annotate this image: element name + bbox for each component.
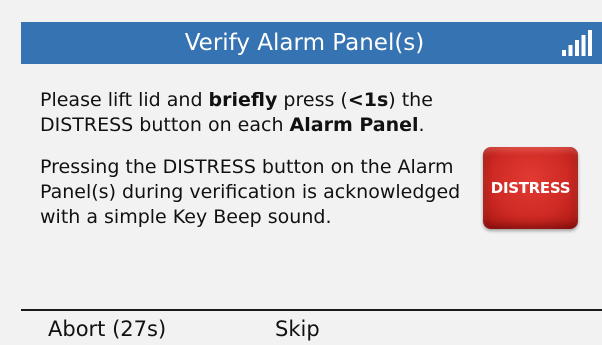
distress-button-illustration: DISTRESS [483,147,578,229]
abort-softkey[interactable]: Abort (27s) [48,314,166,345]
skip-softkey[interactable]: Skip [275,314,320,345]
instruction-text: Please lift lid and [40,89,209,111]
title-bar: Verify Alarm Panel(s) [21,22,602,64]
instruction-emphasis: Alarm Panel [289,114,419,136]
instruction-text: press ( [277,89,348,111]
acknowledgement-paragraph: Pressing the DISTRESS button on the Alar… [40,156,461,228]
instruction-message: Please lift lid and briefly press (<1s) … [40,88,500,247]
instruction-text: . [418,114,425,136]
instruction-emphasis: briefly [208,89,278,111]
instruction-emphasis: <1s [347,89,389,111]
instruction-paragraph: Please lift lid and briefly press (<1s) … [40,88,500,138]
screen: Verify Alarm Panel(s) Please lift lid an… [0,0,602,345]
softkey-divider [21,309,602,311]
signal-strength-icon [562,30,592,56]
page-title: Verify Alarm Panel(s) [184,30,425,56]
